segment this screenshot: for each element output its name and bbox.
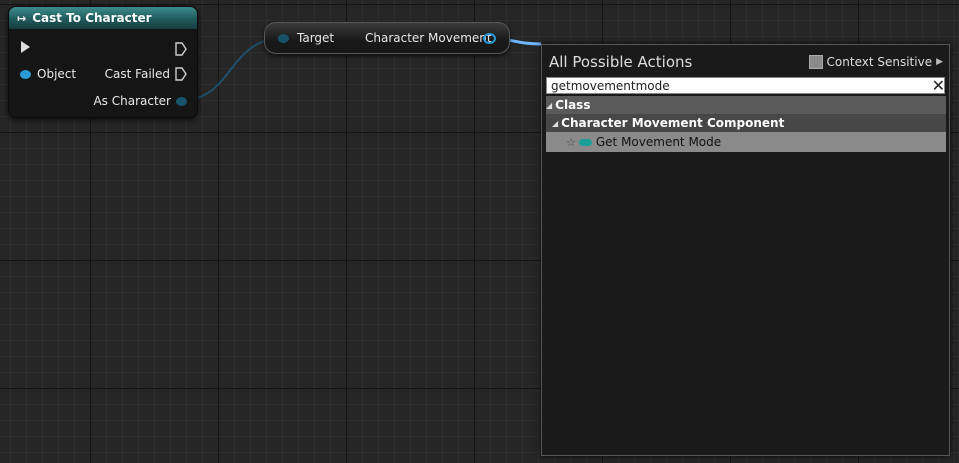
cast-failed-exec-icon[interactable] <box>175 67 187 81</box>
cast-to-character-node[interactable]: ↦ Cast To Character Object Cast Failed A… <box>8 6 198 118</box>
cast-failed-pin-row[interactable]: Cast Failed <box>105 67 187 81</box>
cast-arrow-icon: ↦ <box>17 11 27 25</box>
target-pin-label: Target <box>297 31 335 45</box>
tree-category-class[interactable]: ◢ Class <box>546 96 946 114</box>
context-sensitive-label: Context Sensitive <box>826 55 933 69</box>
tree-category-label: Class <box>555 98 591 112</box>
cast-node-header[interactable]: ↦ Cast To Character <box>9 7 197 29</box>
action-search-input[interactable] <box>546 77 945 94</box>
character-movement-pin-icon[interactable] <box>483 33 496 44</box>
exec-input-icon <box>21 41 30 53</box>
exec-input-pin[interactable] <box>21 41 30 53</box>
action-menu[interactable]: All Possible Actions Context Sensitive ▶… <box>541 44 950 456</box>
object-pin-label: Object <box>37 67 77 81</box>
object-pin-icon[interactable] <box>20 69 31 79</box>
context-sensitive-checkbox[interactable] <box>808 55 823 69</box>
exec-output-pin[interactable] <box>175 41 187 60</box>
tree-subcategory-label: Character Movement Component <box>561 116 785 130</box>
object-pin-row[interactable]: Object <box>20 67 76 81</box>
favorite-star-icon[interactable]: ☆ <box>566 136 576 149</box>
as-character-pin-icon[interactable] <box>176 96 187 106</box>
expand-triangle-icon[interactable]: ◢ <box>552 119 558 128</box>
cast-failed-label: Cast Failed <box>104 67 170 81</box>
context-sensitive-arrow-icon[interactable]: ▶ <box>936 57 943 67</box>
character-movement-label: Character Movement <box>365 31 492 45</box>
tree-category-character-movement-component[interactable]: ◢ Character Movement Component <box>546 114 946 132</box>
action-item-label: Get Movement Mode <box>595 135 722 149</box>
cast-node-title: Cast To Character <box>32 11 152 25</box>
character-movement-node[interactable]: Target Character Movement <box>264 22 510 54</box>
context-sensitive-toggle[interactable]: Context Sensitive ▶ <box>808 55 943 69</box>
as-character-pin-row[interactable]: As Character <box>93 94 187 108</box>
action-item-get-movement-mode[interactable]: ☆ Get Movement Mode <box>546 132 946 152</box>
expand-triangle-icon[interactable]: ◢ <box>546 101 552 110</box>
function-icon <box>578 138 592 146</box>
as-character-label: As Character <box>93 94 171 108</box>
action-menu-title: All Possible Actions <box>549 53 693 71</box>
target-pin-icon[interactable] <box>278 34 289 43</box>
exec-output-icon <box>175 42 187 56</box>
clear-search-icon[interactable]: ✕ <box>932 76 945 95</box>
